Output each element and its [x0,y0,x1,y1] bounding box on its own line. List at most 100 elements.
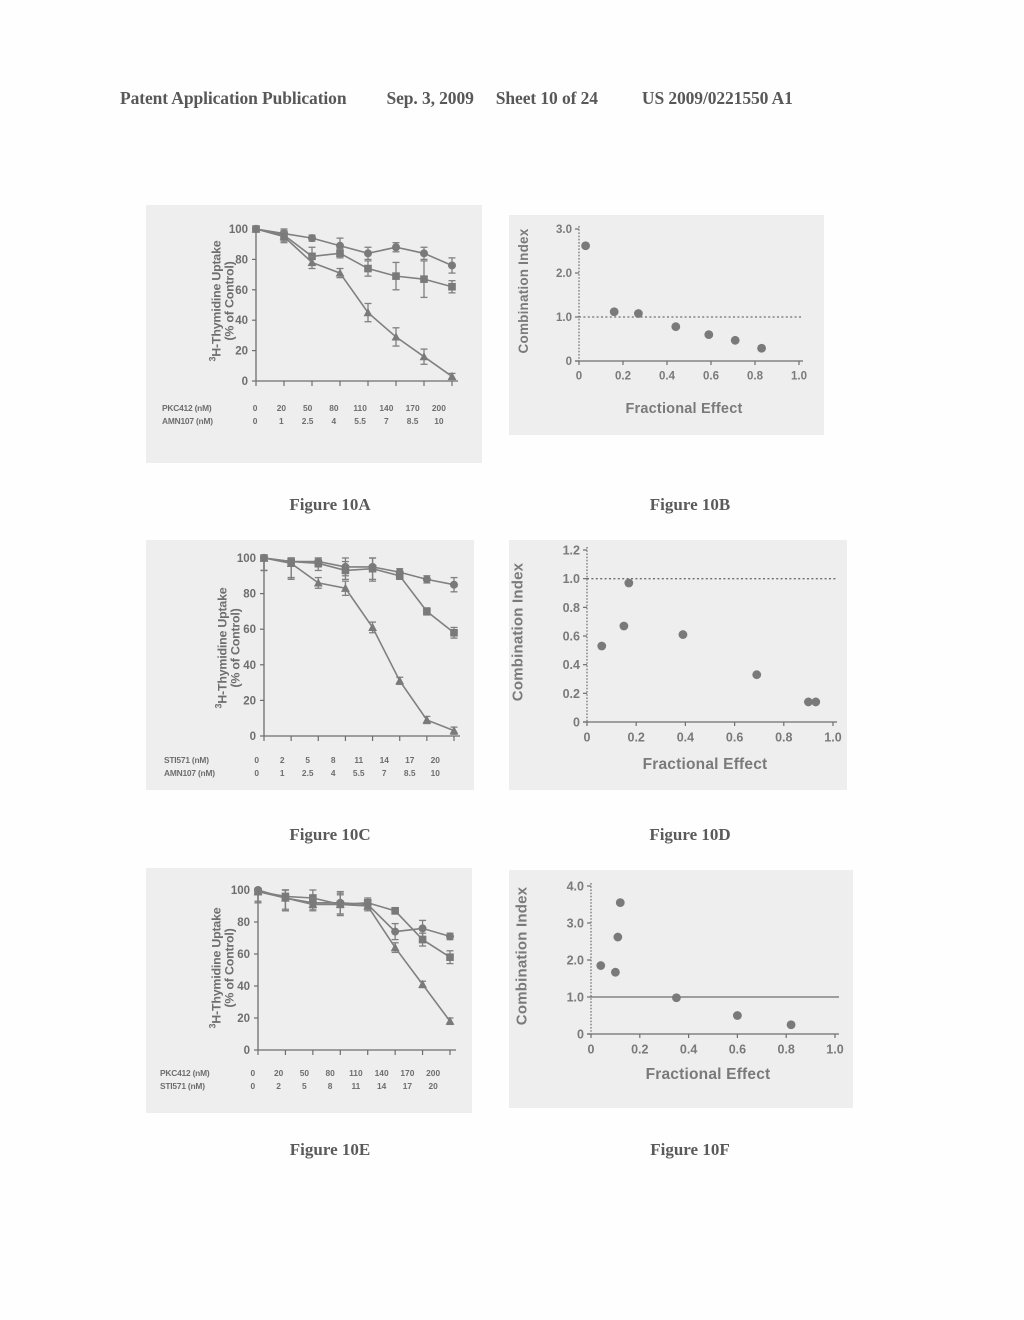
data-point [609,307,619,317]
x-tick-label: 1.0 [826,1043,843,1057]
figure-panel-10a: 3H-Thymidine Uptake (% of Control) 0 20 40 60… [146,205,482,463]
x-axis-dose-table: PKC412 (nM) 0 20 50 80 110 140 170 200 STI571 (nM… [160,1066,468,1092]
data-point [811,697,821,707]
dose-value: 8.5 [403,767,416,778]
dose-value: 2 [276,1080,281,1091]
dose-value: 11 [351,1080,361,1091]
data-point [730,335,740,345]
dose-value: 7 [381,767,387,778]
dose-value: 20 [430,754,440,765]
data-point [611,967,620,977]
figure-panel-10d: Combination Index 0 0.2 0.4 0.6 0.8 1.0 1.2 0 0.2… [509,540,847,790]
data-point-square [418,935,427,944]
chart-10f: Combination Index 0 1.0 2.0 3.0 4.0 0 0.2 0.4 0.6… [509,870,853,1108]
y-tick-label: 60 [237,949,250,961]
dose-value: 8.5 [406,415,419,426]
chart-10e: 3H-Thymidine Uptake (% of Control) 0 20 40 60… [146,868,472,1113]
y-tick-label: 1.0 [567,991,584,1005]
y-tick-label: 40 [243,660,256,672]
dose-value: 8 [327,1080,333,1091]
dose-row-1: STI571 (nM) 0 2 5 8 11 14 17 20 [164,753,470,766]
dose-value: 1 [279,767,285,778]
y-tick-label: 20 [237,1013,250,1025]
series-line [263,557,455,732]
data-point-circle [422,575,431,584]
dose-value: 170 [400,1067,415,1078]
dose-value: 0 [254,767,260,778]
dose-value: 50 [302,402,313,413]
chart-10b: Combination Index 0 1.0 2.0 3.0 0 0.2 0.4 0.6 0.8… [509,215,824,435]
data-point [581,241,590,251]
dose-value: 4 [331,415,337,426]
dose-value: 2.5 [301,767,314,778]
dose-row-2: AMN107 (nM) 0 1 2.5 4 5.5 7 8.5 10 [164,766,470,779]
dose-value: 8 [330,754,336,765]
x-axis-title: Fractional Effect [625,401,743,417]
y-tick-label: 100 [229,224,248,236]
header-sheet-number: Sheet 10 of 24 [495,88,598,108]
data-point [733,1011,742,1020]
dose-value: 2.5 [301,415,314,426]
y-tick-label: 40 [235,315,248,327]
dose-value: 20 [276,402,287,413]
caption-10a: Figure 10A [289,495,371,514]
y-tick-label: 2.0 [567,954,584,968]
dose-value: 17 [402,1080,413,1091]
dose-value: 140 [374,1067,389,1078]
y-tick-label: 80 [243,589,256,601]
dose-value: 10 [430,767,440,778]
dose-value: 200 [426,1067,441,1078]
data-point-square [314,559,323,568]
dose-value: 14 [379,754,389,765]
y-tick-label: 40 [237,981,250,993]
y-axis-title: Combination Index [513,886,531,1026]
data-point-square [341,566,350,575]
data-point-square [368,564,377,573]
x-tick-label: 0.2 [631,1043,648,1057]
data-point-circle [446,932,454,941]
x-tick-label: 0.8 [775,731,792,745]
data-point-square [420,275,428,283]
dose-value: 17 [405,754,415,765]
data-point-circle [364,249,372,258]
dose-value: 0 [250,1067,256,1078]
y-axis-title: Combination Index [509,562,527,702]
figure-panel-10c: 3H-Thymidine Uptake (% of Control) 0 20 40 60… [146,540,474,790]
dose-row-label: STI571 (nM) [164,754,209,765]
chart-10c: 3H-Thymidine Uptake (% of Control) 0 20 40 60… [146,540,474,790]
y-tick-label: 80 [237,917,250,929]
dose-row-label: STI571 (nM) [160,1080,205,1091]
caption-10d: Figure 10D [649,825,731,844]
x-tick-label: 0 [588,1043,595,1057]
dose-value: 0 [254,754,260,765]
data-point-circle [448,261,456,270]
plot-fig10E: 0 20 40 60 80 100 [231,885,456,1057]
data-point-square [392,272,400,280]
data-point [786,1020,796,1030]
x-tick-label: 0.8 [747,371,764,383]
plot-fig10B: 0 1.0 2.0 3.0 0 0.2 0.4 0.6 0.8 1.0 [556,224,807,383]
y-axis-title: Combination Index [515,228,531,354]
dose-row-label: PKC412 (nM) [160,1067,210,1078]
x-tick-label: 0 [576,371,582,383]
chart-10d: Combination Index 0 0.2 0.4 0.6 0.8 1.0 1.2 0 0.2… [509,540,847,790]
y-tick-label: 0.8 [563,601,580,615]
dose-value: 5 [302,1080,307,1091]
dose-value: 140 [379,402,394,413]
x-tick-label: 0.2 [615,371,631,383]
dose-row-2: STI571 (nM) 0 2 5 8 11 14 17 20 [160,1079,468,1092]
x-axis-dose-table: STI571 (nM) 0 2 5 8 11 14 17 20 AMN107 (nM) 0 1 2.5 4… [164,753,470,779]
dose-row-label: AMN107 (nM) [162,415,213,426]
x-axis-title: Fractional Effect [645,1066,771,1083]
data-point-circle [392,243,400,252]
x-tick-label: 0.4 [659,371,676,383]
y-tick-label: 1.0 [563,572,580,586]
data-point-triangle [419,352,429,361]
y-tick-label: 3.0 [556,224,572,236]
data-point [752,670,762,680]
x-tick-label: 0.8 [778,1043,795,1057]
data-point [671,322,681,332]
data-point [596,961,606,970]
dose-value: 5.5 [352,767,365,778]
y-tick-label: 20 [243,695,256,707]
